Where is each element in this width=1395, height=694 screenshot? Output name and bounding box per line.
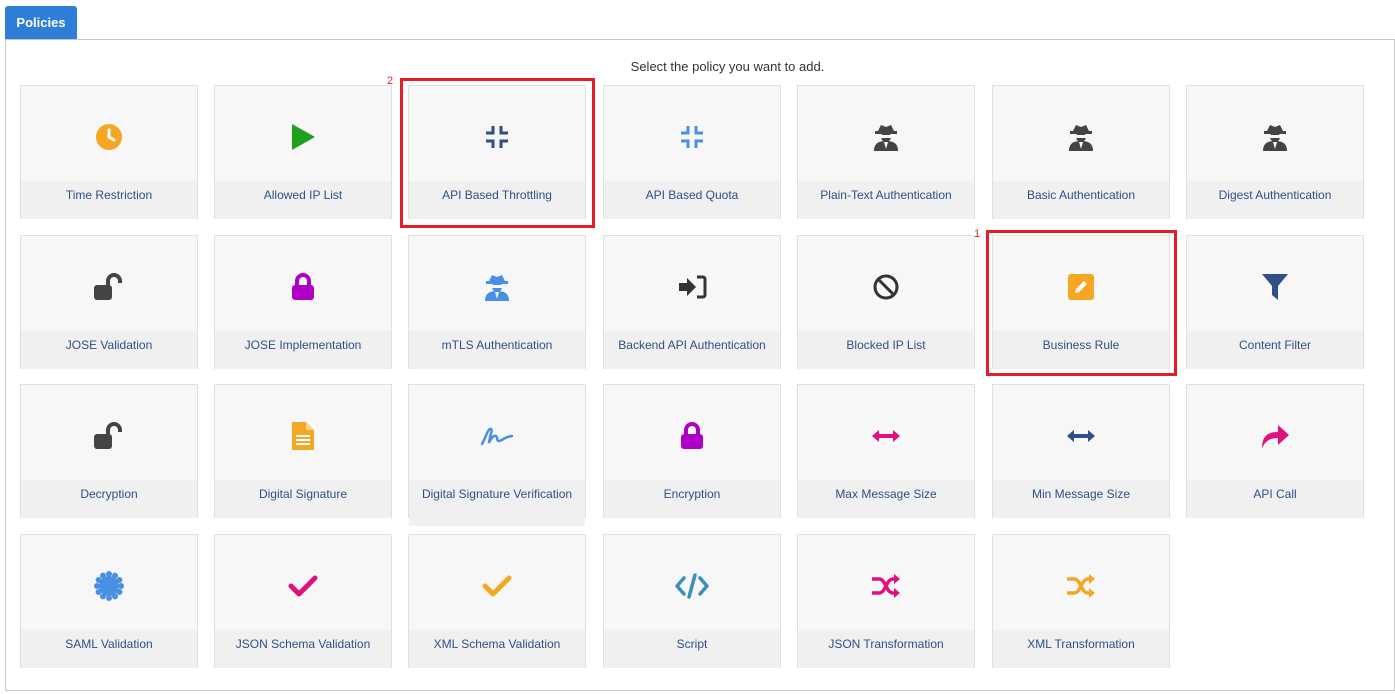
policy-card-jose-implementation[interactable]: JOSE Implementation (214, 235, 392, 369)
policy-card-time-restriction[interactable]: Time Restriction (20, 85, 198, 219)
signature-icon (409, 421, 585, 451)
policy-label: Digital Signature Verification (409, 480, 585, 526)
compress-icon (604, 122, 780, 152)
share-icon (1187, 421, 1363, 451)
lock-icon (604, 421, 780, 451)
policy-label: JOSE Implementation (215, 331, 391, 369)
random-icon (798, 571, 974, 601)
tab-bar: Policies (5, 0, 1395, 40)
policy-label: Time Restriction (21, 181, 197, 219)
highlight-number-2: 2 (387, 75, 394, 87)
policy-card-plain-text-authentication[interactable]: Plain-Text Authentication (797, 85, 975, 219)
code-icon (604, 571, 780, 601)
user-secret-icon (993, 122, 1169, 152)
policy-card-allowed-ip-list[interactable]: Allowed IP List (214, 85, 392, 219)
policy-label: Basic Authentication (993, 181, 1169, 219)
policy-label: JOSE Validation (21, 331, 197, 369)
policy-card-api-based-quota[interactable]: API Based Quota (603, 85, 781, 219)
policy-label: Backend API Authentication (604, 331, 780, 369)
policy-label: API Based Throttling (409, 181, 585, 219)
ban-icon (798, 272, 974, 302)
policy-label: XML Transformation (993, 630, 1169, 668)
file-text-icon (215, 421, 391, 451)
policy-card-jose-validation[interactable]: JOSE Validation (20, 235, 198, 369)
policy-label: Min Message Size (993, 480, 1169, 518)
policy-label: API Call (1187, 480, 1363, 518)
policy-label: Digital Signature (215, 480, 391, 518)
policy-card-digest-authentication[interactable]: Digest Authentication (1186, 85, 1364, 219)
policy-card-content-filter[interactable]: Content Filter (1186, 235, 1364, 369)
policy-card-basic-authentication[interactable]: Basic Authentication (992, 85, 1170, 219)
policy-card-max-message-size[interactable]: Max Message Size (797, 384, 975, 518)
policy-card-digital-signature-verification[interactable]: Digital Signature Verification (408, 384, 586, 526)
policy-label: Decryption (21, 480, 197, 518)
policy-card-blocked-ip-list[interactable]: Blocked IP List (797, 235, 975, 369)
policy-label: Max Message Size (798, 480, 974, 518)
policy-card-json-schema-validation[interactable]: JSON Schema Validation (214, 534, 392, 668)
policy-card-digital-signature[interactable]: Digital Signature (214, 384, 392, 518)
random-icon (993, 571, 1169, 601)
policy-label: Allowed IP List (215, 181, 391, 219)
edit-icon (993, 272, 1169, 302)
policy-label: XML Schema Validation (409, 630, 585, 668)
policy-label: JSON Transformation (798, 630, 974, 668)
policy-card-saml-validation[interactable]: SAML Validation (20, 534, 198, 668)
tab-policies[interactable]: Policies (5, 6, 77, 39)
policy-card-encryption[interactable]: Encryption (603, 384, 781, 518)
policy-card-backend-api-authentication[interactable]: Backend API Authentication (603, 235, 781, 369)
policy-label: Business Rule (993, 331, 1169, 369)
policy-label: SAML Validation (21, 630, 197, 668)
play-icon (215, 122, 391, 152)
policy-card-min-message-size[interactable]: Min Message Size (992, 384, 1170, 518)
policy-card-xml-schema-validation[interactable]: XML Schema Validation (408, 534, 586, 668)
policy-card-json-transformation[interactable]: JSON Transformation (797, 534, 975, 668)
sign-in-icon (604, 272, 780, 302)
policy-card-script[interactable]: Script (603, 534, 781, 668)
policy-label: Content Filter (1187, 331, 1363, 369)
user-secret-icon (409, 272, 585, 302)
policy-card-decryption[interactable]: Decryption (20, 384, 198, 518)
filter-icon (1187, 272, 1363, 302)
check-icon (409, 571, 585, 601)
check-icon (215, 571, 391, 601)
arrows-h-icon (798, 421, 974, 451)
unlock-icon (21, 272, 197, 302)
policy-label: Plain-Text Authentication (798, 181, 974, 219)
certificate-icon (21, 571, 197, 601)
lock-icon (215, 272, 391, 302)
policy-card-business-rule[interactable]: Business Rule (992, 235, 1170, 369)
highlight-number-1: 1 (974, 228, 981, 240)
policy-label: API Based Quota (604, 181, 780, 219)
policy-label: JSON Schema Validation (215, 630, 391, 668)
compress-icon (409, 122, 585, 152)
policy-label: Script (604, 630, 780, 668)
policy-card-xml-transformation[interactable]: XML Transformation (992, 534, 1170, 668)
policy-label: mTLS Authentication (409, 331, 585, 369)
user-secret-icon (798, 122, 974, 152)
policy-label: Encryption (604, 480, 780, 518)
arrows-h-icon (993, 421, 1169, 451)
unlock-icon (21, 421, 197, 451)
policy-card-api-call[interactable]: API Call (1186, 384, 1364, 518)
policy-card-api-based-throttling[interactable]: API Based Throttling (408, 85, 586, 219)
user-secret-icon (1187, 122, 1363, 152)
policy-card-mtls-authentication[interactable]: mTLS Authentication (408, 235, 586, 369)
policy-label: Blocked IP List (798, 331, 974, 369)
clock-icon (21, 122, 197, 152)
instruction-text: Select the policy you want to add. (630, 59, 825, 74)
policy-label: Digest Authentication (1187, 181, 1363, 219)
